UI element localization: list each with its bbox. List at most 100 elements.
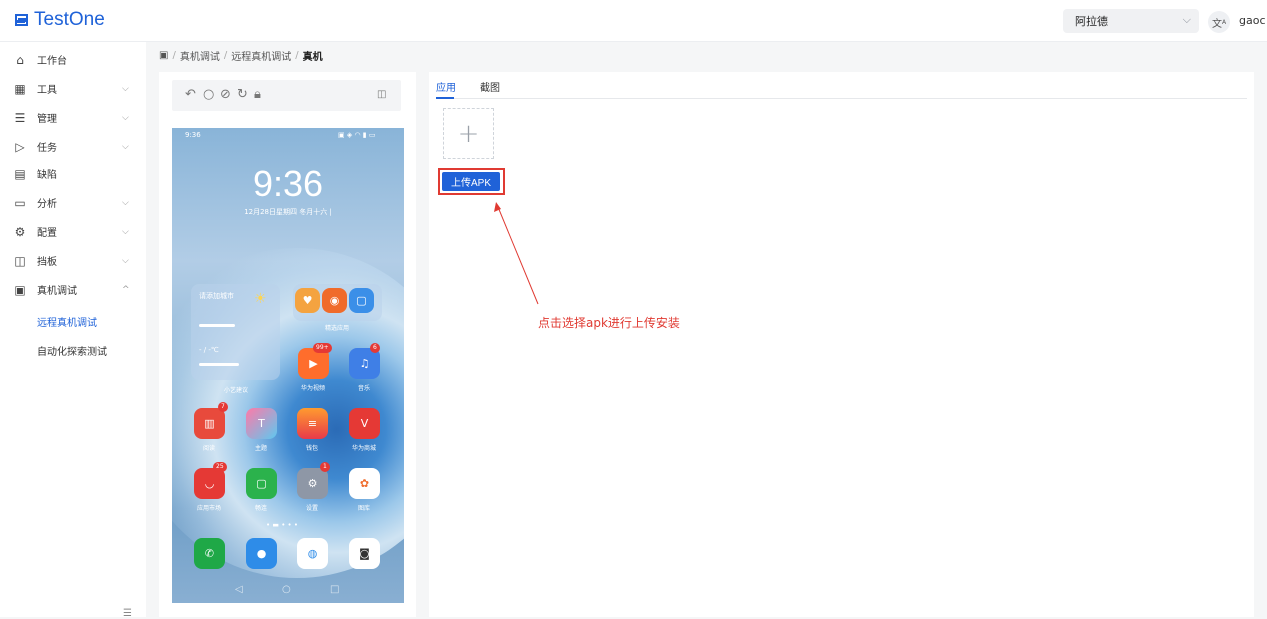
nav-recent-icon[interactable]: □ [330,584,339,595]
lock-date: 12月28日星期四 冬月十六 | [244,208,332,216]
nav-back-icon[interactable]: ◁ [235,584,243,595]
settings-icon[interactable]: ⚙ [297,468,328,499]
sidebar-item-label: 真机调试 [37,286,77,297]
badge: 25 [213,462,227,472]
sidebar-item-tasks[interactable]: ▷ 任务 ⌵ [0,132,146,161]
home-circle-icon[interactable]: ○ [203,87,214,102]
sidebar-item-baffle[interactable]: ◫ 挡板 ⌵ [0,246,146,275]
translate-icon[interactable]: 文A [1208,11,1230,33]
sidebar-item-label: 挡板 [37,257,57,268]
logo-mark-icon [15,14,28,26]
tab-apps[interactable]: 应用 [436,79,456,94]
sidebar-item-defects[interactable]: ▤ 缺陷 [0,159,146,188]
status-time: 9:36 [185,131,201,139]
sidebar-subitem-auto-explore[interactable]: 自动化探索测试 [37,343,107,358]
browser-icon[interactable]: ◍ [297,538,328,569]
device-panel: ↶ ○ ⊘ ↻ 🔒︎ ◫ 9:36 ▣ ◈ ◠ ▮ ▭ 9:36 12月28日星… [159,72,416,617]
tab-bar: 应用 截图 [436,79,1247,99]
calendar-icon: ▭ [14,195,26,210]
phone-screen[interactable]: 9:36 ▣ ◈ ◠ ▮ ▭ 9:36 12月28日星期四 冬月十六 | 请添加… [172,128,404,603]
gallery-icon[interactable]: ✿ [349,468,380,499]
sidebar-item-manage[interactable]: ☰ 管理 ⌵ [0,103,146,132]
sidebar-item-label: 任务 [37,143,57,154]
sidebar-item-label: 配置 [37,228,57,239]
tab-screenshot[interactable]: 截图 [480,79,500,94]
project-select-value: 阿拉德 [1075,15,1108,28]
sidebar-item-label: 缺陷 [37,170,57,181]
sidebar: ⌂ 工作台 ▦ 工具 ⌵ ☰ 管理 ⌵ ▷ 任务 ⌵ ▤ 缺陷 ▭ 分析 ⌵ ⚙… [0,42,146,619]
weather-city: 请添加城市 [199,292,234,300]
active-tab-indicator [436,97,454,99]
device-control-bar: ↶ ○ ⊘ ↻ 🔒︎ ◫ [172,80,401,111]
app-gallery-icon[interactable]: ◡ [194,468,225,499]
gear-icon: ⚙ [14,224,26,239]
page-indicator: • ▬ • • • [266,521,299,529]
collapse-sidebar-icon[interactable]: ☰ [123,608,132,619]
chevron-down-icon: ⌵ [122,83,129,94]
sun-icon: ☀ [254,291,267,307]
widget-label: 精选应用 [324,325,349,332]
breadcrumb-item[interactable]: 远程真机调试 [231,48,291,63]
grid-icon: ▦ [14,81,26,96]
app-label: 华为视频 [300,385,325,392]
placeholder-bar [199,363,239,366]
badge: 6 [370,343,380,353]
lock-clock: 9:36 [252,163,324,204]
badge: 7 [218,402,228,412]
chevron-down-icon: ⌵ [122,141,129,152]
app-label: 畅连 [254,505,267,512]
phone-icon[interactable]: ✆ [194,538,225,569]
split-view-icon[interactable]: ◫ [377,89,386,100]
annotation-text: 点击选择apk进行上传安装 [538,316,680,330]
device-icon[interactable]: ▣ [159,50,168,61]
refresh-icon[interactable]: ↻ [237,87,248,102]
camera-icon[interactable]: ◙ [349,538,380,569]
app-label: 阅读 [202,445,215,452]
sidebar-subitem-remote-debug[interactable]: 远程真机调试 [37,314,97,329]
top-header: TestOne 阿拉德 ⌵ 文A gaoc [0,0,1267,42]
project-select[interactable]: 阿拉德 ⌵ [1063,9,1199,33]
app-label: 音乐 [357,385,370,392]
sidebar-item-label: 管理 [37,114,57,125]
weather-temp: - / -℃ [199,346,219,354]
sidebar-item-tools[interactable]: ▦ 工具 ⌵ [0,74,146,103]
app-label: 钱包 [305,445,318,452]
panel-icon: ◫ [14,253,26,268]
user-name[interactable]: gaoc [1239,14,1266,27]
breadcrumb-current: 真机 [302,52,323,63]
nav-home-icon[interactable]: ○ [282,584,291,595]
app-label: 应用市场 [196,505,221,512]
message-icon[interactable]: ● [246,538,277,569]
meetime-icon[interactable]: ▢ [246,468,277,499]
sidebar-item-label: 分析 [37,199,57,210]
heart-app-icon: ♥ [295,288,320,313]
widget-label: 小艺建议 [223,387,248,394]
sidebar-item-label: 工作台 [37,56,67,67]
upload-apk-button[interactable]: 上传APK [442,172,500,191]
doc-icon: ▤ [14,166,26,181]
lock-icon[interactable]: 🔒︎ [254,87,261,102]
device-icon: ▣ [14,282,26,297]
badge: 1 [320,462,330,472]
list-icon: ☰ [14,110,26,125]
app-panel: 应用 截图 + 上传APK [429,72,1254,617]
app-label: 华为商城 [351,445,376,452]
sidebar-item-analysis[interactable]: ▭ 分析 ⌵ [0,188,146,217]
chevron-down-icon: ⌵ [122,197,129,208]
logo[interactable]: TestOne [14,9,105,31]
sidebar-item-device-debug[interactable]: ▣ 真机调试 ^ [0,275,146,304]
themes-icon[interactable]: T [246,408,277,439]
game-app-icon: ◉ [322,288,347,313]
vmall-icon[interactable]: V [349,408,380,439]
sidebar-item-label: 工具 [37,85,57,96]
sidebar-item-workbench[interactable]: ⌂ 工作台 [0,45,146,74]
breadcrumb-item[interactable]: 真机调试 [180,48,220,63]
sidebar-item-config[interactable]: ⚙ 配置 ⌵ [0,217,146,246]
reading-icon[interactable]: ▥ [194,408,225,439]
back-icon[interactable]: ↶ [185,87,196,102]
upload-dropzone[interactable]: + [443,108,494,159]
chevron-down-icon: ⌵ [1182,13,1191,26]
wallet-icon[interactable]: ≡ [297,408,328,439]
stop-icon[interactable]: ⊘ [220,87,231,102]
chevron-down-icon: ⌵ [122,226,129,237]
